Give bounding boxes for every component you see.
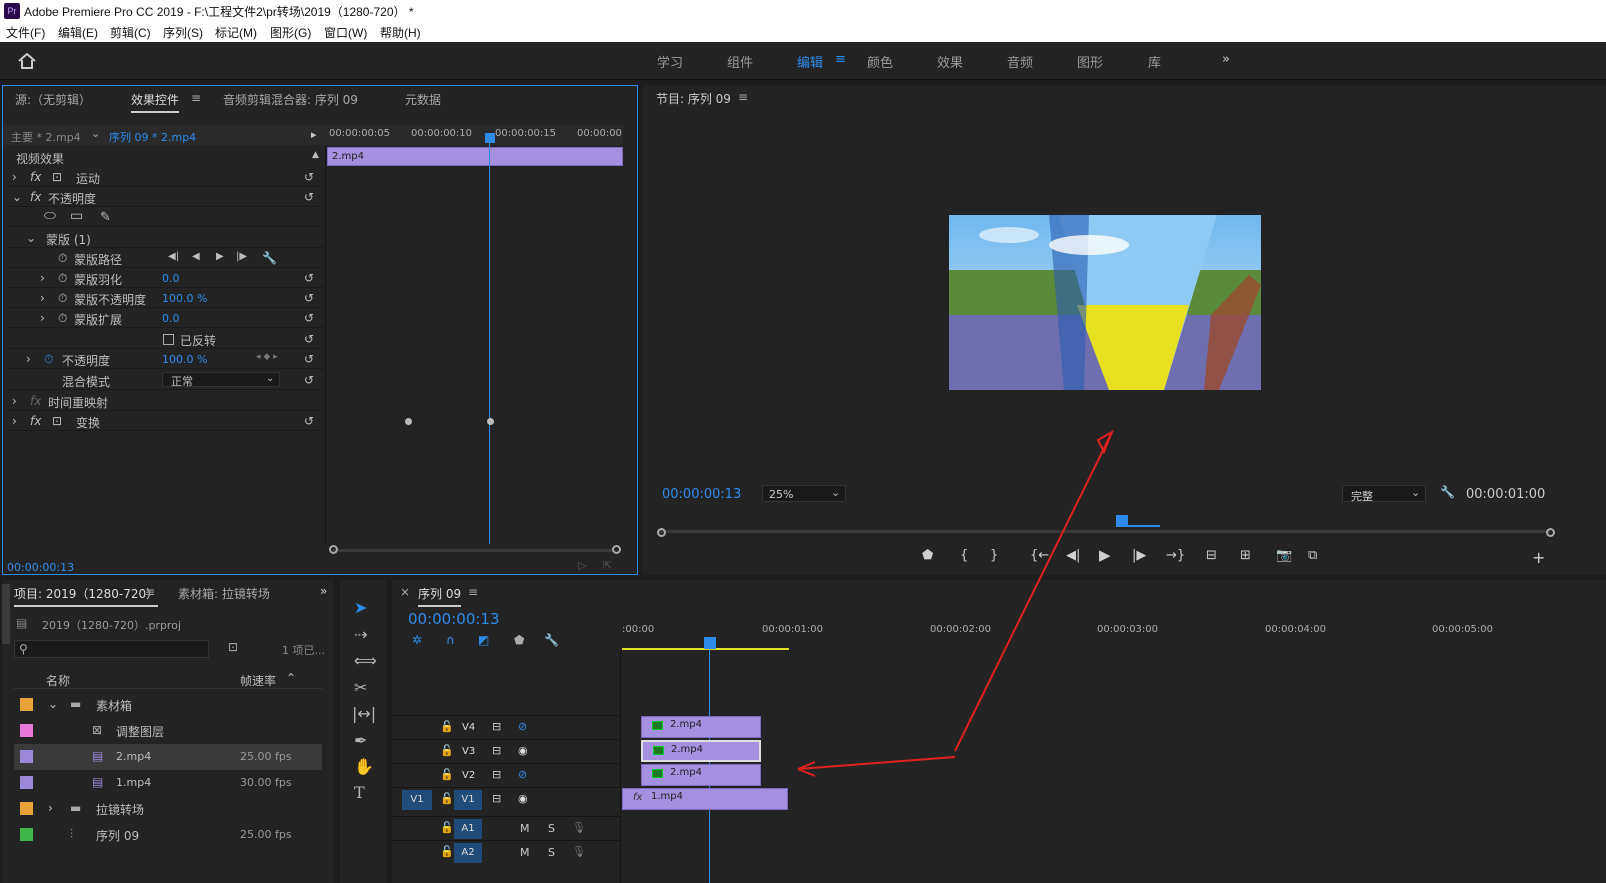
annotation-arrows <box>797 429 1114 777</box>
